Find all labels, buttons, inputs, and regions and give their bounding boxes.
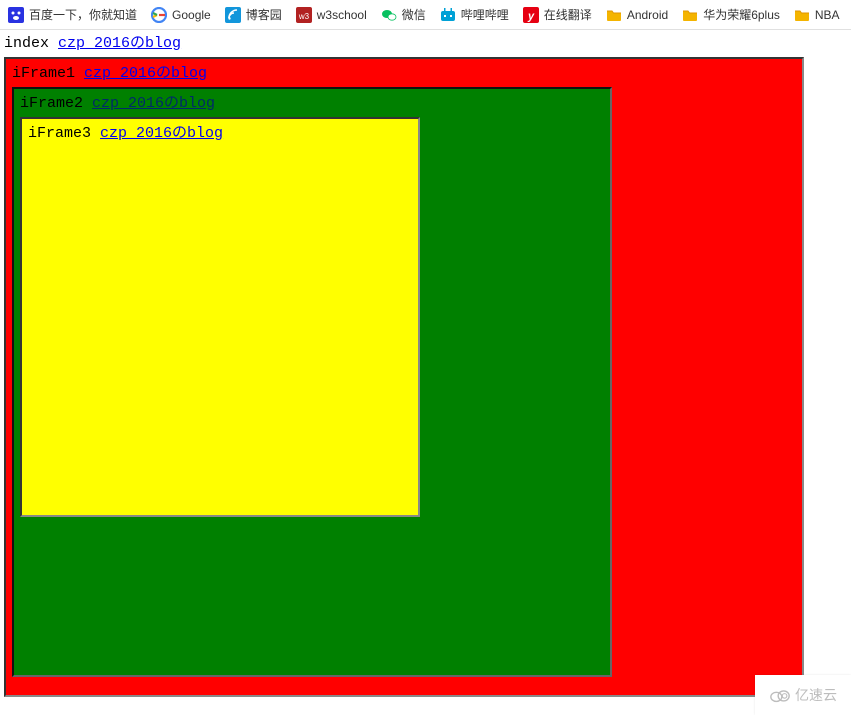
bookmark-youdao[interactable]: y 在线翻译 — [523, 6, 592, 23]
bilibili-icon — [440, 7, 456, 23]
bookmark-label: 博客园 — [246, 6, 282, 23]
bookmark-cnblogs[interactable]: 博客园 — [225, 6, 282, 23]
folder-icon — [794, 7, 810, 23]
bookmark-label: NBA — [815, 8, 840, 22]
iframe3-row: iFrame3 czp 2016のblog — [28, 125, 412, 143]
iframe2-link[interactable]: czp 2016のblog — [92, 95, 215, 112]
bookmark-label: 在线翻译 — [544, 6, 592, 23]
bookmark-folder-android[interactable]: Android — [606, 7, 668, 23]
bookmark-label: Android — [627, 8, 668, 22]
bookmark-label: 哔哩哔哩 — [461, 6, 509, 23]
iframe3: iFrame3 czp 2016のblog — [20, 117, 420, 517]
bookmark-wechat[interactable]: 微信 — [381, 6, 426, 23]
cloud-icon — [769, 687, 791, 703]
iframe1: iFrame1 czp 2016のblog iFrame2 czp 2016のb… — [4, 57, 804, 697]
iframe3-link[interactable]: czp 2016のblog — [100, 125, 223, 142]
iframe2-row: iFrame2 czp 2016のblog — [20, 95, 604, 113]
page-content: index czp 2016のblog iFrame1 czp 2016のblo… — [0, 30, 851, 702]
index-row: index czp 2016のblog — [4, 35, 847, 53]
bookmark-label: 百度一下，你就知道 — [29, 6, 137, 23]
bookmark-google[interactable]: Google — [151, 7, 211, 23]
svg-text:y: y — [527, 10, 535, 22]
index-label: index — [4, 35, 49, 52]
bookmark-label: w3school — [317, 8, 367, 22]
bookmark-baidu[interactable]: 百度一下，你就知道 — [8, 6, 137, 23]
watermark-text: 亿速云 — [795, 685, 837, 705]
bookmarks-bar: 百度一下，你就知道 Google 博客园 w3 w3school 微信 哔哩哔哩… — [0, 0, 851, 30]
google-icon — [151, 7, 167, 23]
bookmark-w3school[interactable]: w3 w3school — [296, 7, 367, 23]
baidu-icon — [8, 7, 24, 23]
youdao-icon: y — [523, 7, 539, 23]
watermark: 亿速云 — [755, 675, 851, 715]
bookmark-bilibili[interactable]: 哔哩哔哩 — [440, 6, 509, 23]
bookmark-label: 华为荣耀6plus — [703, 6, 780, 23]
iframe2: iFrame2 czp 2016のblog iFrame3 czp 2016のb… — [12, 87, 612, 677]
bookmark-folder-nba[interactable]: NBA — [794, 7, 840, 23]
svg-text:w3: w3 — [298, 12, 310, 21]
iframe2-label: iFrame2 — [20, 95, 83, 112]
wechat-icon — [381, 7, 397, 23]
folder-icon — [682, 7, 698, 23]
cnblogs-icon — [225, 7, 241, 23]
w3school-icon: w3 — [296, 7, 312, 23]
iframe1-label: iFrame1 — [12, 65, 75, 82]
iframe1-row: iFrame1 czp 2016のblog — [12, 65, 796, 83]
folder-icon — [606, 7, 622, 23]
iframe3-label: iFrame3 — [28, 125, 91, 142]
iframe1-link[interactable]: czp 2016のblog — [84, 65, 207, 82]
bookmark-folder-huawei[interactable]: 华为荣耀6plus — [682, 6, 780, 23]
index-link[interactable]: czp 2016のblog — [58, 35, 181, 52]
bookmark-label: 微信 — [402, 6, 426, 23]
bookmark-label: Google — [172, 8, 211, 22]
